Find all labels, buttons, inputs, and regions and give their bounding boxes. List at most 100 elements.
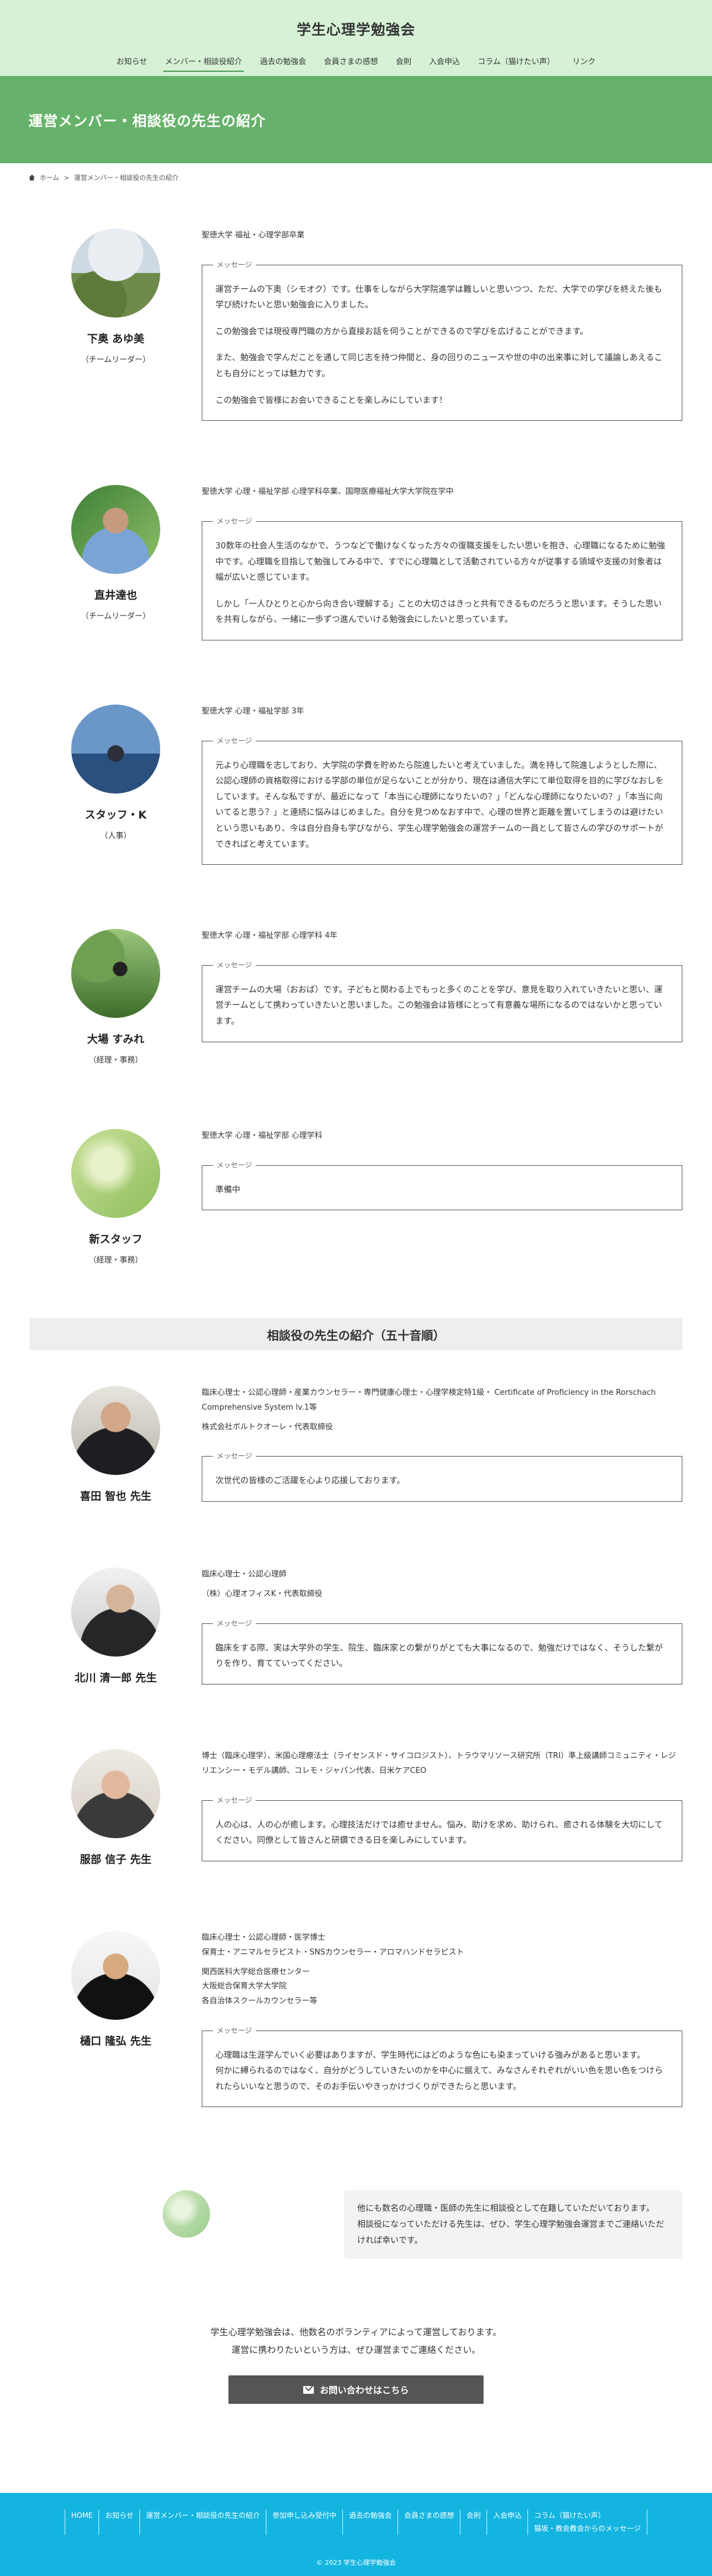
note-avatar <box>163 2190 210 2238</box>
nav-join[interactable]: 入会申込 <box>420 52 469 72</box>
member-name: スタッフ・K <box>85 808 147 821</box>
nav-testimonials[interactable]: 会員さまの感想 <box>315 52 387 72</box>
nav-past-sessions[interactable]: 過去の勉強会 <box>251 52 315 72</box>
contact-button-label: お問い合わせはこちら <box>319 2384 409 2396</box>
closing-line: 学生心理学勉強会は、他数名のボランティアによって運営しております。 <box>210 2327 502 2338</box>
footer-nav: HOME お知らせ 運営メンバー・相談役の先生の紹介 参加申し込み受付中 過去の… <box>0 2510 712 2536</box>
message-text: 運営チームの大場（おおば）です。子どもと関わる上でもっと多くのことを学び、意見を… <box>215 985 663 1027</box>
page-hero: 運営メンバー・相談役の先生の紹介 <box>0 76 712 163</box>
member-name: 直井達也 <box>94 589 137 602</box>
footer-link-home[interactable]: HOME <box>64 2510 98 2536</box>
member-card: 下奥 あゆ美 （チームリーダー） 聖徳大学 福祉・心理学部卒業 メッセージ 運営… <box>30 229 682 421</box>
member-photo <box>71 929 160 1019</box>
advisor-name: 北川 清一郎 先生 <box>74 1672 157 1685</box>
nav-rules[interactable]: 会則 <box>387 52 420 72</box>
advisor-affiliation: 臨床心理士・公認心理師・産業カウンセラー・専門健康心理士・心理学検定特1級・ C… <box>202 1388 656 1412</box>
contact-button[interactable]: お問い合わせはこちら <box>228 2375 484 2404</box>
member-affiliation: 聖徳大学 心理・福祉学部 心理学科卒業、国際医療福祉大学大学院在学中 <box>202 487 454 497</box>
member-photo <box>71 704 160 794</box>
message-text: また、勉強会で学んだことを通して同じ志を持つ仲間と、身の回りのニュースや世の中の… <box>215 353 663 379</box>
advisor-affiliation: 関西医科大学総合医療センター 大阪総合保育大学大学院 各自治体スクールカウンセラ… <box>202 1967 317 2006</box>
message-text: 臨床をする際、実は大学外の学生、院生、臨床家との繋がりがとても大事になるので、勉… <box>215 1643 663 1669</box>
message-label: メッセージ <box>213 515 256 526</box>
message-text: 30数年の社会人生活のなかで、うつなどで働けなくなった方々の復職支援をしたい思い… <box>215 541 665 583</box>
member-affiliation: 聖徳大学 心理・福祉学部 心理学科 <box>202 1131 323 1141</box>
message-label: メッセージ <box>213 2025 256 2035</box>
member-card: 直井達也 （チームリーダー） 聖徳大学 心理・福祉学部 心理学科卒業、国際医療福… <box>30 485 682 640</box>
member-role: （経理・事務） <box>88 1056 143 1065</box>
advisor-card: 樋口 隆弘 先生 臨床心理士・公認心理師・医学博士 保育士・アニマルセラピスト・… <box>30 1931 682 2108</box>
message-label: メッセージ <box>213 959 256 970</box>
message-box: メッセージ 元より心理職を志しており、大学院の学費を貯めたら院進したいと考えてい… <box>202 735 682 865</box>
message-text: しかし「一人ひとりと心から向き合い理解する」ことの大切さはきっと共有できるものだ… <box>215 599 662 625</box>
member-affiliation: 聖徳大学 心理・福祉学部 心理学科 4年 <box>202 931 338 941</box>
member-photo <box>71 1129 160 1219</box>
nav-links[interactable]: リンク <box>564 52 605 72</box>
global-nav: お知らせ メンバー・相談役紹介 過去の勉強会 会員さまの感想 会則 入会申込 コ… <box>0 52 712 72</box>
member-role: （チームリーダー） <box>81 612 151 621</box>
message-text: 元より心理職を志しており、大学院の学費を貯めたら院進したいと考えていました。満を… <box>215 760 664 849</box>
nav-members[interactable]: メンバー・相談役紹介 <box>156 52 251 72</box>
advisor-name: 樋口 隆弘 先生 <box>80 2035 152 2048</box>
closing-line: 運営に携わりたいという方は、ぜひ運営までご連絡ください。 <box>231 2345 481 2356</box>
member-role: （チームリーダー） <box>81 356 151 364</box>
page-title: 運営メンバー・相談役の先生の紹介 <box>28 113 266 129</box>
message-text: この勉強会で皆様にお会いできることを楽しみにしています！ <box>215 395 447 405</box>
advisor-affiliation: （株）心理オフィスK・代表取締役 <box>202 1589 323 1598</box>
breadcrumb-current: 運営メンバー・相談役の先生の紹介 <box>74 174 179 182</box>
nav-news[interactable]: お知らせ <box>107 52 156 72</box>
member-name: 下奥 あゆ美 <box>87 333 145 345</box>
message-label: メッセージ <box>213 1159 256 1170</box>
advisor-photo <box>71 1749 160 1839</box>
advisor-name: 服部 信子 先生 <box>80 1854 152 1867</box>
message-text: 準備中 <box>215 1185 240 1195</box>
message-box: メッセージ 次世代の皆様のご活躍を心より応援しております。 <box>202 1451 682 1502</box>
advisor-affiliation: 臨床心理士・公認心理師 <box>202 1570 287 1579</box>
member-name: 大場 すみれ <box>87 1033 145 1046</box>
footer-link-past-sessions[interactable]: 過去の勉強会 <box>342 2510 398 2536</box>
footer-link-signup[interactable]: 参加申し込み受付中 <box>266 2510 342 2536</box>
message-text: 次世代の皆様のご活躍を心より応援しております。 <box>215 1476 405 1486</box>
message-box: メッセージ 人の心は、人の心が癒します。心理技法だけでは癒せません。悩み、助けを… <box>202 1794 682 1861</box>
footer-link-column[interactable]: コラム（猫けたい声） 猫坂・教会教会からのメッセージ <box>527 2510 648 2536</box>
message-box: メッセージ 心理職は生涯学んでいく必要はありますが、学生時代にはどのような色にも… <box>202 2025 682 2108</box>
message-label: メッセージ <box>213 735 256 745</box>
message-text: この勉強会では現役専門職の方から直接お話を伺うことができるので学びを広げることが… <box>215 326 589 337</box>
footer-link-testimonials[interactable]: 会員さまの感想 <box>398 2510 460 2536</box>
breadcrumb-home[interactable]: ホーム <box>40 173 59 182</box>
member-photo <box>71 485 160 575</box>
message-box: メッセージ 運営チームの大場（おおば）です。子どもと関わる上でもっと多くのことを… <box>202 959 682 1042</box>
note-bubble: 他にも数名の心理職・医師の先生に相談役として在籍していただいております。 相談役… <box>344 2190 682 2260</box>
site-title[interactable]: 学生心理学勉強会 <box>0 0 712 39</box>
footer-link-members[interactable]: 運営メンバー・相談役の先生の紹介 <box>139 2510 266 2536</box>
main-content: 下奥 あゆ美 （チームリーダー） 聖徳大学 福祉・心理学部卒業 メッセージ 運営… <box>30 192 682 2404</box>
member-affiliation: 聖徳大学 心理・福祉学部 3年 <box>202 706 304 716</box>
message-box: メッセージ 準備中 <box>202 1159 682 1211</box>
breadcrumb-separator: > <box>63 173 69 182</box>
advisor-note: 他にも数名の心理職・医師の先生に相談役として在籍していただいております。 相談役… <box>40 2190 682 2260</box>
message-label: メッセージ <box>213 259 256 269</box>
footer-link-news[interactable]: お知らせ <box>98 2510 139 2536</box>
footer-link-join[interactable]: 入会申込 <box>487 2510 527 2536</box>
member-affiliation: 聖徳大学 福祉・心理学部卒業 <box>202 231 305 240</box>
nav-column[interactable]: コラム（猫けたい声） <box>469 52 564 72</box>
message-label: メッセージ <box>213 1451 256 1461</box>
closing-text: 学生心理学勉強会は、他数名のボランティアによって運営しております。 運営に携わり… <box>30 2323 682 2359</box>
member-photo <box>71 229 160 318</box>
member-role: （人事） <box>100 831 131 840</box>
site-footer: HOME お知らせ 運営メンバー・相談役の先生の紹介 参加申し込み受付中 過去の… <box>0 2493 712 2576</box>
advisor-card: 服部 信子 先生 博士（臨床心理学）、米国心理療法士（ライセンスド・サイコロジス… <box>30 1749 682 1867</box>
advisor-photo <box>71 1931 160 2020</box>
copyright: © 2023 学生心理学勉強会 <box>316 2559 396 2567</box>
message-text: 心理職は生涯学んでいく必要はありますが、学生時代にはどのような色にも染まっていけ… <box>215 2050 663 2092</box>
advisor-photo <box>71 1568 160 1657</box>
message-label: メッセージ <box>213 1617 256 1628</box>
member-card: 大場 すみれ （経理・事務） 聖徳大学 心理・福祉学部 心理学科 4年 メッセー… <box>30 929 682 1065</box>
footer-link-rules[interactable]: 会則 <box>460 2510 487 2536</box>
advisor-photo <box>71 1386 160 1476</box>
message-text: 人の心は、人の心が癒します。心理技法だけでは癒せません。悩み、助けを求め、助けら… <box>215 1820 663 1846</box>
advisor-card: 北川 清一郎 先生 臨床心理士・公認心理師 （株）心理オフィスK・代表取締役 メ… <box>30 1568 682 1685</box>
message-box: メッセージ 30数年の社会人生活のなかで、うつなどで働けなくなった方々の復職支援… <box>202 515 682 640</box>
advisor-affiliation: 株式会社ボルトクオーレ・代表取締役 <box>202 1422 333 1432</box>
site-header: 学生心理学勉強会 お知らせ メンバー・相談役紹介 過去の勉強会 会員さまの感想 … <box>0 0 712 76</box>
